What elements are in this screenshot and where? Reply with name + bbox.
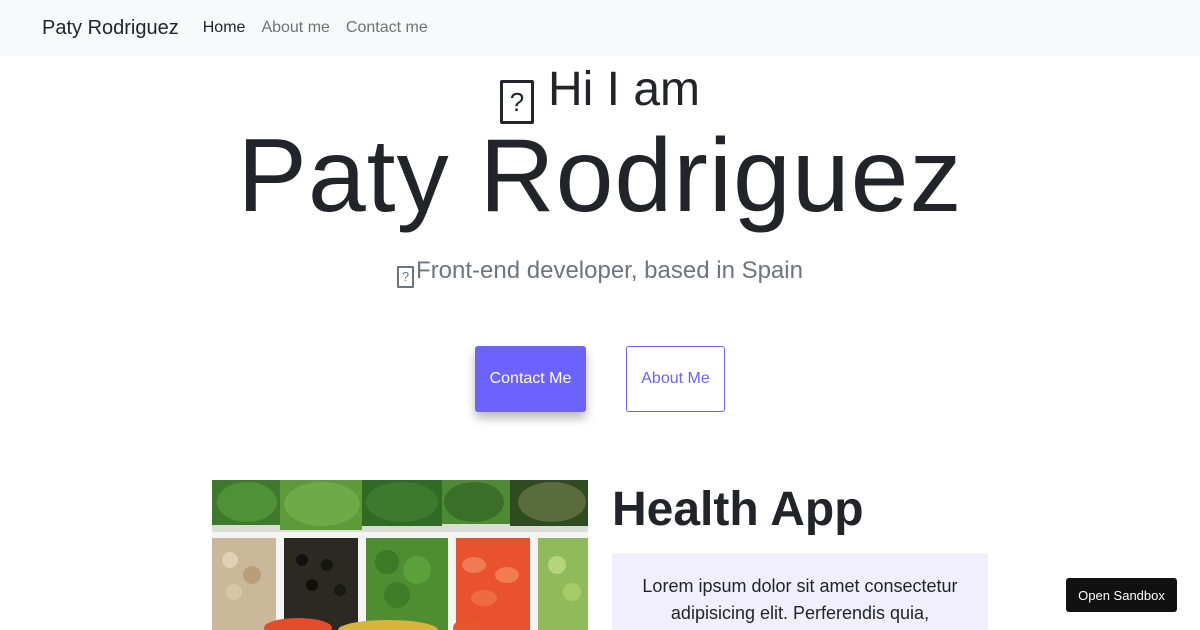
nav-link-about[interactable]: About me [261,19,329,37]
open-sandbox-button[interactable]: Open Sandbox [1066,578,1177,612]
greeting: ? Hi I am [0,64,1200,124]
missing-emoji-icon: ? [397,266,415,288]
hero-name: Paty Rodriguez [237,118,963,234]
nav-link-home[interactable]: Home [203,19,246,37]
project-title: Health App [612,483,864,536]
greeting-text: Hi I am [547,63,700,116]
tagline: ? Front-end developer, based in Spain [0,256,1200,288]
about-me-button[interactable]: About Me [626,346,725,412]
tagline-text: Front-end developer, based in Spain [416,257,803,284]
contact-me-button[interactable]: Contact Me [475,346,586,412]
project-description: Lorem ipsum dolor sit amet consectetur a… [612,553,988,630]
vegetables-photo-icon [212,480,588,630]
navbar: Paty Rodriguez Home About me Contact me [0,0,1200,56]
nav-link-contact[interactable]: Contact me [346,19,428,37]
navbar-brand[interactable]: Paty Rodriguez [42,17,179,40]
project-image [212,480,588,630]
